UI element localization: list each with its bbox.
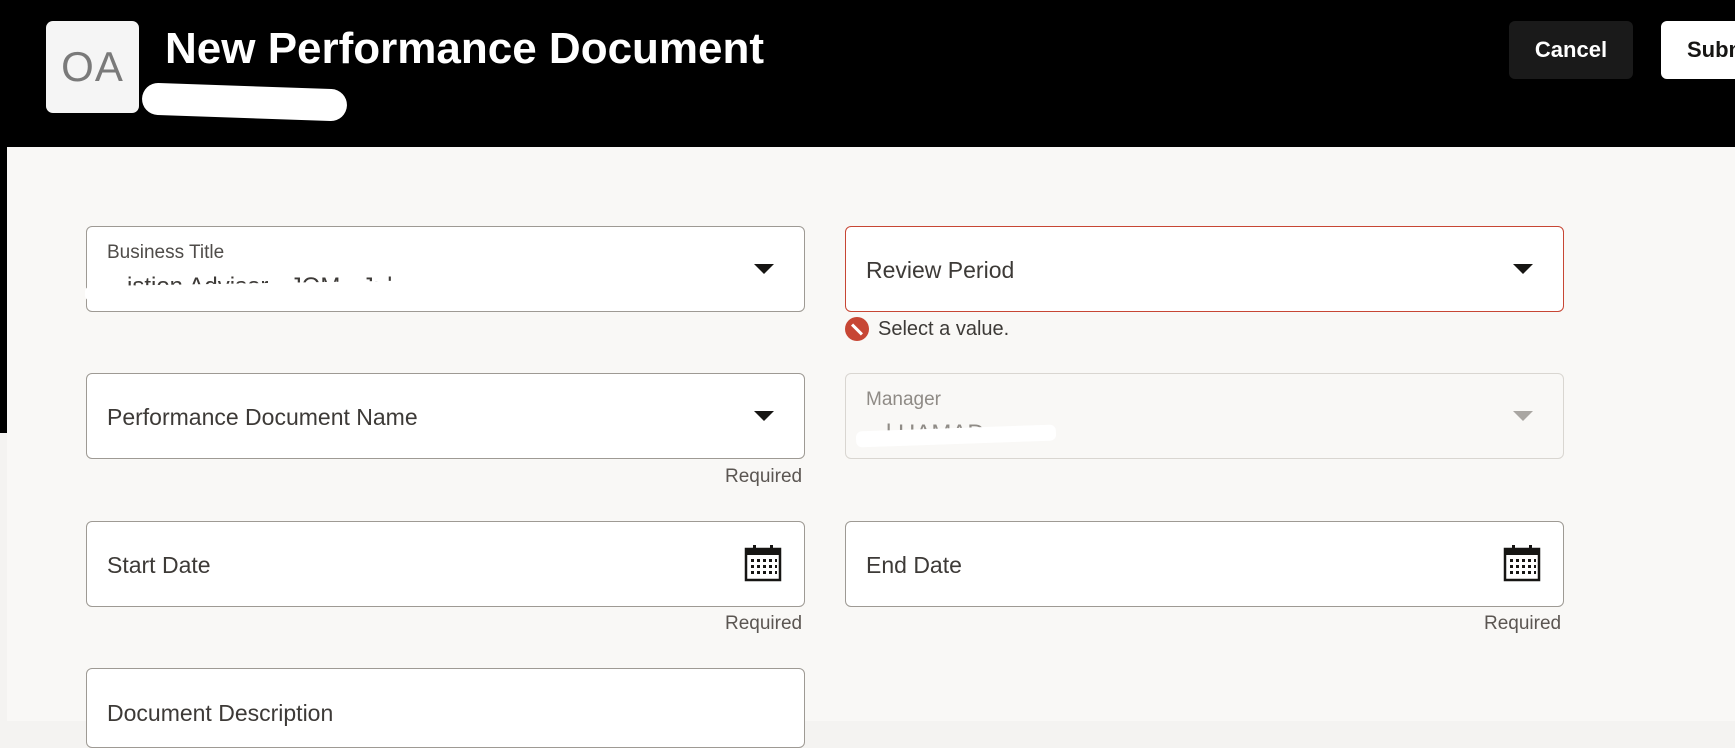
- review-period-error: Select a value.: [845, 317, 1009, 341]
- review-period-error-text: Select a value.: [878, 317, 1010, 340]
- start-date-helper: Required: [725, 613, 803, 634]
- redaction-mark: [141, 82, 348, 122]
- calendar-icon[interactable]: [744, 544, 782, 582]
- avatar: OA: [46, 21, 139, 113]
- chevron-down-icon: [1513, 411, 1533, 421]
- performance-document-name-helper: Required: [725, 466, 803, 487]
- submit-button[interactable]: Submit: [1661, 21, 1735, 79]
- business-title-label: Business Title: [107, 242, 225, 263]
- page-header: OA New Performance Document ...vepe Canc…: [0, 0, 1735, 147]
- calendar-icon[interactable]: [1503, 544, 1541, 582]
- chevron-down-icon[interactable]: [754, 264, 774, 274]
- left-edge-bar: [0, 147, 7, 433]
- manager-label: Manager: [866, 389, 941, 410]
- document-description-label: Document Description: [107, 700, 334, 726]
- document-description-input[interactable]: Document Description: [86, 668, 805, 748]
- start-date-label: Start Date: [107, 552, 211, 578]
- end-date-label: End Date: [866, 552, 962, 578]
- cancel-button[interactable]: Cancel: [1509, 21, 1633, 79]
- manager-select: Manager ...l HAMAD: [845, 373, 1564, 459]
- performance-document-name-select[interactable]: Performance Document Name: [86, 373, 805, 459]
- chevron-down-icon[interactable]: [1513, 264, 1533, 274]
- performance-document-name-label: Performance Document Name: [107, 404, 418, 430]
- end-date-helper: Required: [1484, 613, 1562, 634]
- business-title-select[interactable]: Business Title ...istion Advisor - JOM -…: [84, 226, 805, 312]
- end-date-input[interactable]: End Date: [845, 521, 1564, 607]
- chevron-down-icon[interactable]: [754, 411, 774, 421]
- review-period-label: Review Period: [866, 257, 1015, 283]
- review-period-select[interactable]: Review Period: [845, 226, 1564, 312]
- page-title: New Performance Document: [165, 24, 765, 73]
- start-date-input[interactable]: Start Date: [86, 521, 805, 607]
- error-icon: [845, 317, 869, 341]
